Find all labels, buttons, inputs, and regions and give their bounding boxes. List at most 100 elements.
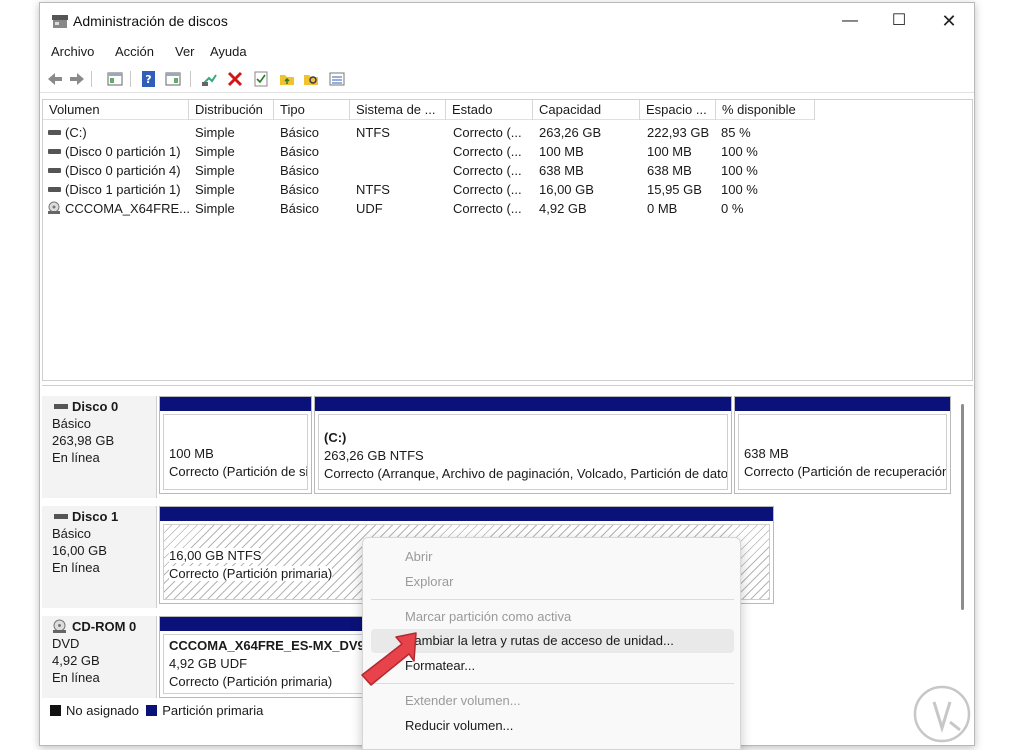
- partition-status: Correcto (Partición de sistema EFI): [169, 464, 307, 479]
- volume-list[interactable]: Volumen Distribución Tipo Sistema de ...…: [42, 99, 973, 381]
- pointer-arrow-icon: [361, 632, 417, 686]
- watermark-logo-icon: [913, 685, 971, 743]
- disk-name: Disco 0: [72, 399, 119, 414]
- legend: No asignado Partición primaria: [50, 703, 263, 718]
- cell-estado: Correcto (...: [453, 182, 522, 197]
- delete-icon[interactable]: [226, 70, 244, 88]
- back-arrow-icon[interactable]: [46, 70, 64, 88]
- cell-volumen: CCCOMA_X64FRE...: [65, 201, 190, 216]
- cell-capacidad: 100 MB: [539, 144, 584, 159]
- partition-size: 16,00 GB NTFS: [169, 548, 262, 563]
- menu-bar: Archivo Acción Ver Ayuda: [40, 41, 974, 63]
- cell-distribucion: Simple: [195, 144, 235, 159]
- disk-type: DVD: [52, 636, 80, 651]
- cell-disponible: 100 %: [721, 163, 758, 178]
- disk-status: En línea: [52, 670, 100, 685]
- volume-list-header: Volumen Distribución Tipo Sistema de ...…: [43, 100, 815, 120]
- disk-icon: [54, 514, 68, 519]
- menu-ayuda[interactable]: Ayuda: [210, 44, 247, 59]
- cell-distribucion: Simple: [195, 201, 235, 216]
- disk-1-label[interactable]: Disco 1 Básico 16,00 GB En línea: [42, 506, 157, 608]
- partition-disk0-recovery[interactable]: 638 MB Correcto (Partición de recuperaci…: [734, 396, 951, 494]
- disk-0-label[interactable]: Disco 0 Básico 263,98 GB En línea: [42, 396, 157, 498]
- table-row[interactable]: (Disco 0 partición 4) Simple Básico Corr…: [43, 161, 815, 180]
- help-icon[interactable]: ?: [140, 70, 158, 88]
- toolbar-separator: [91, 71, 92, 87]
- partition-bar: [315, 397, 731, 411]
- column-header-tipo[interactable]: Tipo: [274, 100, 350, 120]
- cell-disponible: 100 %: [721, 144, 758, 159]
- menu-item-explorar[interactable]: Explorar: [405, 574, 453, 589]
- menu-item-marcar-activa[interactable]: Marcar partición como activa: [405, 609, 571, 624]
- close-button[interactable]: ✕: [924, 3, 974, 39]
- unallocated-swatch: [50, 705, 61, 716]
- list-view-icon[interactable]: [328, 70, 346, 88]
- column-header-espacio[interactable]: Espacio ...: [640, 100, 716, 120]
- cdrom-0-label[interactable]: CD-ROM 0 DVD 4,92 GB En línea: [42, 616, 157, 698]
- menu-archivo[interactable]: Archivo: [51, 44, 94, 59]
- disk-name: CD-ROM 0: [72, 619, 137, 634]
- title-bar: Administración de discos — ☐ ✕: [40, 3, 974, 39]
- disk-icon: [48, 187, 61, 192]
- disk-icon: [48, 149, 61, 154]
- properties-check-icon[interactable]: [252, 70, 270, 88]
- cell-espacio: 0 MB: [647, 201, 678, 216]
- connect-disk-icon[interactable]: [200, 70, 218, 88]
- partition-disk0-efi[interactable]: 100 MB Correcto (Partición de sistema EF…: [159, 396, 312, 494]
- partition-bar: [735, 397, 950, 411]
- cell-distribucion: Simple: [195, 163, 235, 178]
- table-row[interactable]: CCCOMA_X64FRE... Simple Básico UDF Corre…: [43, 199, 815, 218]
- menu-ver[interactable]: Ver: [175, 44, 195, 59]
- cell-espacio: 15,95 GB: [647, 182, 702, 197]
- column-header-disponible[interactable]: % disponible: [716, 100, 815, 120]
- cell-estado: Correcto (...: [453, 125, 522, 140]
- disk-type: Básico: [52, 416, 92, 431]
- toolbar-separator: [130, 71, 131, 87]
- show-hide-console-tree-icon[interactable]: [106, 70, 124, 88]
- cell-distribucion: Simple: [195, 125, 235, 140]
- table-row[interactable]: (Disco 0 partición 1) Simple Básico Corr…: [43, 142, 815, 161]
- maximize-button[interactable]: ☐: [874, 3, 924, 39]
- disk-name: Disco 1: [72, 509, 119, 524]
- column-header-sistema[interactable]: Sistema de ...: [350, 100, 446, 120]
- minimize-button[interactable]: —: [825, 3, 875, 39]
- column-header-distribucion[interactable]: Distribución: [189, 100, 274, 120]
- svg-text:?: ?: [145, 73, 151, 86]
- cell-disponible: 100 %: [721, 182, 758, 197]
- cell-disponible: 85 %: [721, 125, 751, 140]
- column-header-volumen[interactable]: Volumen: [43, 100, 189, 120]
- show-hide-action-pane-icon[interactable]: [164, 70, 182, 88]
- vertical-scrollbar[interactable]: [961, 404, 964, 610]
- table-row[interactable]: (C:) Simple Básico NTFS Correcto (... 26…: [43, 123, 815, 142]
- legend-unallocated: No asignado: [66, 703, 139, 718]
- partition-disk0-c[interactable]: (C:) 263,26 GB NTFS Correcto (Arranque, …: [314, 396, 732, 494]
- disk-size: 4,92 GB: [52, 653, 100, 668]
- toolbar-separator: [190, 71, 191, 87]
- table-row[interactable]: (Disco 1 partición 1) Simple Básico NTFS…: [43, 180, 815, 199]
- column-header-estado[interactable]: Estado: [446, 100, 533, 120]
- partition-size: 638 MB: [744, 446, 789, 461]
- menu-accion[interactable]: Acción: [115, 44, 154, 59]
- menu-item-reducir[interactable]: Reducir volumen...: [405, 718, 513, 733]
- cell-volumen: (Disco 0 partición 1): [65, 144, 181, 159]
- menu-item-extender[interactable]: Extender volumen...: [405, 693, 521, 708]
- window-title: Administración de discos: [73, 13, 228, 29]
- open-folder-icon[interactable]: [278, 70, 296, 88]
- cd-icon: [48, 201, 60, 214]
- menu-item-cambiar-letra[interactable]: Cambiar la letra y rutas de acceso de un…: [405, 633, 674, 648]
- forward-arrow-icon[interactable]: [68, 70, 86, 88]
- column-header-capacidad[interactable]: Capacidad: [533, 100, 640, 120]
- cell-capacidad: 16,00 GB: [539, 182, 594, 197]
- primary-swatch: [146, 705, 158, 716]
- partition-title: (C:): [324, 430, 347, 445]
- disk-icon: [48, 130, 61, 135]
- menu-item-abrir[interactable]: Abrir: [405, 549, 432, 564]
- cell-sistema: NTFS: [356, 125, 390, 140]
- cell-capacidad: 4,92 GB: [539, 201, 587, 216]
- cell-distribucion: Simple: [195, 182, 235, 197]
- disk-icon: [54, 404, 68, 409]
- partition-size: 263,26 GB NTFS: [324, 448, 424, 463]
- search-folder-icon[interactable]: [302, 70, 320, 88]
- cell-volumen: (Disco 0 partición 4): [65, 163, 181, 178]
- disk-status: En línea: [52, 560, 100, 575]
